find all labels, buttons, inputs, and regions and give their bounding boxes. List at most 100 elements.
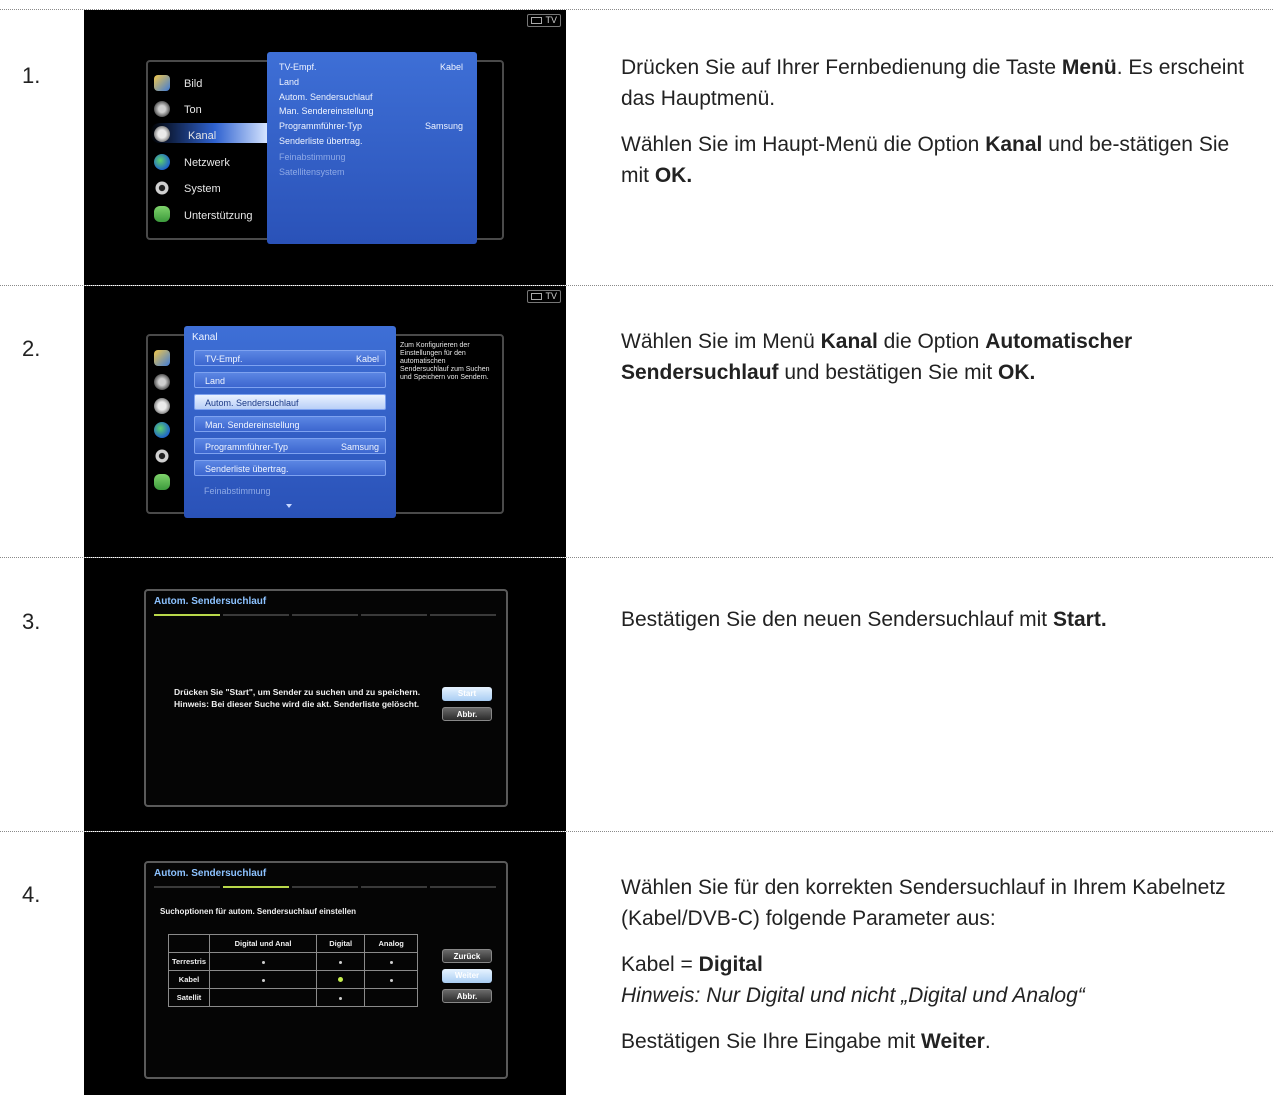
submenu-item[interactable]: TV-Empf. [279,62,317,72]
menu-bar-item[interactable]: Senderliste übertrag. [194,460,386,476]
menu-item-system[interactable]: System [184,183,221,195]
bar-label: Programmführer-Typ [205,442,289,452]
option-radio[interactable] [364,970,418,989]
menu-item-ton[interactable]: Ton [184,104,202,116]
instruction-paragraph: Drücken Sie auf Ihrer Fernbedienung die … [621,52,1261,114]
menu-bar-item[interactable]: Land [194,372,386,388]
back-button[interactable]: Zurück [442,949,492,963]
radio-dot-icon [339,997,343,1000]
tv-badge-label: TV [545,291,557,301]
option-radio[interactable] [315,952,366,971]
submenu-item-value: Samsung [424,121,463,131]
picture-icon [154,75,170,91]
gear-icon [154,448,170,464]
menu-title: Kanal [192,332,218,343]
step-4-instruction: Wählen Sie für den korrekten Sendersuchl… [621,872,1261,1072]
tv-badge: TV [527,290,561,303]
globe-icon [154,422,170,438]
dialog-message-line-1: Drücken Sie "Start", um Sender zu suchen… [174,687,421,697]
radio-dot-icon [389,979,393,982]
text: Wählen Sie im Haupt-Menü die Option [621,133,986,156]
menu-item-netzwerk[interactable]: Netzwerk [184,157,230,169]
autosearch-dialog: Autom. Sendersuchlauf Drücken Sie "Start… [144,589,508,807]
option-radio[interactable] [364,952,418,971]
bar-label: Senderliste übertrag. [205,464,289,474]
menu-item-unterstuetzung[interactable]: Unterstützung [184,210,252,222]
progress-step-4 [361,614,427,616]
key-start: Start. [1052,608,1107,631]
text: . [984,1030,991,1053]
step-number: 1. [22,63,41,88]
table-header-row: Digital und Anal Digital Analog [168,934,418,953]
progress-step-1 [154,614,220,616]
table-corner-cell [168,934,210,953]
submenu-item[interactable]: Man. Sendereinstellung [279,106,374,116]
row-header: Kabel [168,970,210,989]
next-button[interactable]: Weiter [442,969,492,983]
instruction-paragraph: Kabel = Digital Hinweis: Nur Digital und … [621,949,1261,1011]
column-header: Digital und Anal [209,934,317,953]
key-ok: OK. [998,361,1036,384]
submenu-item[interactable]: Programmführer-Typ [279,121,362,131]
instruction-paragraph: Bestätigen Sie den neuen Sendersuchlauf … [621,604,1261,635]
option-radio[interactable] [209,970,317,989]
dialog-subtitle: Suchoptionen für autom. Sendersuchlauf e… [160,907,357,916]
submenu-item-disabled: Feinabstimmung [279,152,346,162]
scroll-down-icon[interactable] [286,504,292,508]
submenu-item[interactable]: Land [279,77,299,87]
tv-screenshot-main-menu: TV Bild Ton Kanal Netzwerk System Unters… [84,10,566,285]
menu-bar-item[interactable]: Man. Sendereinstellung [194,416,386,432]
kanal-menu-panel: Kanal TV-Empf. Kabel Land Autom. Sendersu… [184,326,396,518]
option-radio[interactable] [315,988,366,1007]
tv-icon [531,293,543,301]
step-2-instruction: Wählen Sie im Menü Kanal die Option Auto… [621,326,1261,403]
submenu-item[interactable]: Autom. Sendersuchlauf [279,92,373,102]
sound-icon [154,101,170,117]
text: Drücken Sie auf Ihrer Fernbedienung die … [621,56,1062,79]
tv-icon [531,17,543,25]
progress-step-3 [292,614,358,616]
column-header: Analog [364,934,418,953]
support-chat-icon [154,474,170,490]
gear-icon [154,180,170,196]
text: und bestätigen Sie mit [778,361,999,384]
option-cell-empty [364,988,418,1007]
dialog-title: Autom. Sendersuchlauf [154,596,267,607]
instruction-paragraph: Bestätigen Sie Ihre Eingabe mit Weiter. [621,1026,1261,1057]
cancel-button[interactable]: Abbr. [442,707,492,721]
tv-screenshot-autosearch-start: Autom. Sendersuchlauf Drücken Sie "Start… [84,558,566,831]
option-radio-selected[interactable] [315,970,366,989]
text: die Option [877,330,986,353]
row-header: Satellit [168,988,210,1007]
progress-step-2 [223,886,289,888]
radio-dot-icon [339,961,343,964]
bar-value: Samsung [340,442,379,452]
menu-bar-item-selected[interactable]: Autom. Sendersuchlauf [194,394,386,410]
submenu-item[interactable]: Senderliste übertrag. [279,136,363,146]
progress-step-2 [223,614,289,616]
dialog-title: Autom. Sendersuchlauf [154,868,267,879]
menu-bar-item[interactable]: Programmführer-Typ Samsung [194,438,386,454]
tv-badge-label: TV [545,15,557,25]
dialog-message-line-2: Hinweis: Bei dieser Suche wird die akt. … [174,699,420,709]
support-chat-icon [154,206,170,222]
menu-item-bild[interactable]: Bild [184,78,202,90]
radio-dot-icon [261,979,265,982]
cancel-button[interactable]: Abbr. [442,989,492,1003]
menu-item-kanal[interactable]: Kanal [188,130,216,142]
instruction-paragraph: Wählen Sie für den korrekten Sendersuchl… [621,876,1226,930]
start-button[interactable]: Start [442,687,492,701]
hint-note: Hinweis: Nur Digital und nicht „Digital … [621,984,1085,1007]
option-kanal: Kanal [985,133,1043,156]
text: Bestätigen Sie den neuen Sendersuchlauf … [621,608,1053,631]
progress-step-4 [361,886,427,888]
sound-icon [154,374,170,390]
menu-bar-item[interactable]: TV-Empf. Kabel [194,350,386,366]
search-options-table: Digital und Anal Digital Analog Terrestr… [168,934,418,1007]
bar-label: TV-Empf. [205,354,243,364]
submenu-item-value: Kabel [439,62,463,72]
submenu-item-disabled: Satellitensystem [279,167,345,177]
option-radio[interactable] [209,952,317,971]
satellite-dish-icon [154,398,170,414]
radio-dot-icon [261,961,265,964]
